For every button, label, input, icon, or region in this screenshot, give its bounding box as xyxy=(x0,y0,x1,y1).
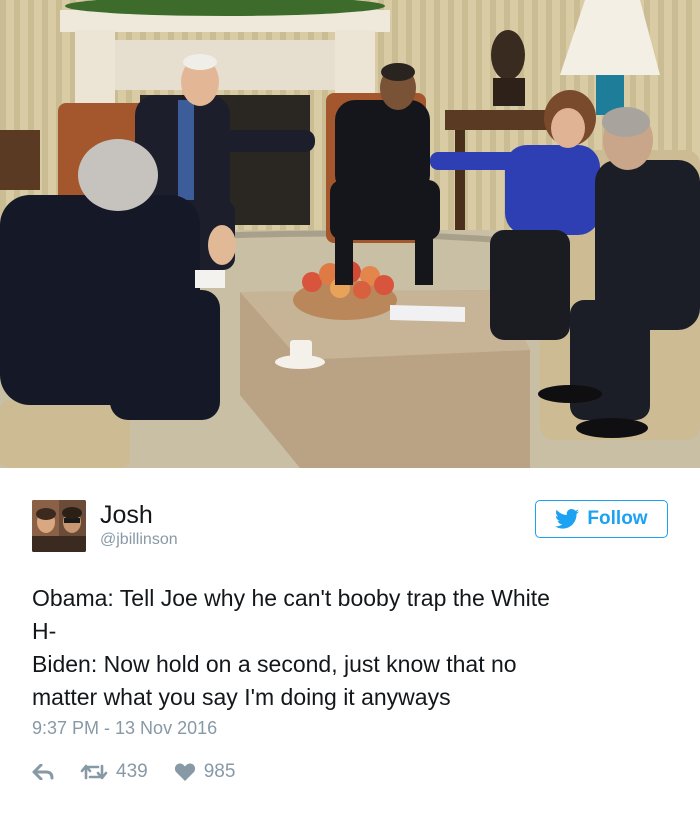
avatar-image xyxy=(32,500,86,552)
tweet-text-line: Biden: Now hold on a second, just know t… xyxy=(32,651,517,677)
follow-label: Follow xyxy=(587,508,648,529)
author-name[interactable]: Josh xyxy=(100,500,153,530)
reply-icon xyxy=(32,764,54,780)
heart-icon xyxy=(174,763,195,781)
tweet-actions: 439 985 xyxy=(32,758,235,786)
author-avatar[interactable] xyxy=(32,500,86,552)
oval-office-scene xyxy=(0,0,700,468)
tweet-text-line: Obama: Tell Joe why he can't booby trap … xyxy=(32,585,550,611)
author-handle[interactable]: @jbillinson xyxy=(100,530,178,550)
reply-button[interactable] xyxy=(32,764,54,780)
retweet-button[interactable]: 439 xyxy=(80,761,148,783)
like-count: 985 xyxy=(203,761,236,782)
like-button[interactable]: 985 xyxy=(174,761,236,783)
tweet-text: Obama: Tell Joe why he can't booby trap … xyxy=(32,582,662,714)
meeting-photo xyxy=(0,0,700,468)
retweet-count: 439 xyxy=(116,761,148,782)
tweet-text-line: H- xyxy=(32,618,57,644)
tweet-card: Josh @jbillinson Follow Obama: Tell Joe … xyxy=(14,478,686,806)
tweet-timestamp[interactable]: 9:37 PM - 13 Nov 2016 xyxy=(32,718,217,739)
retweet-icon xyxy=(80,764,108,780)
twitter-bird-icon xyxy=(555,509,580,529)
tweet-text-line: matter what you say I'm doing it anyways xyxy=(32,684,451,710)
follow-button[interactable]: Follow xyxy=(535,500,668,538)
